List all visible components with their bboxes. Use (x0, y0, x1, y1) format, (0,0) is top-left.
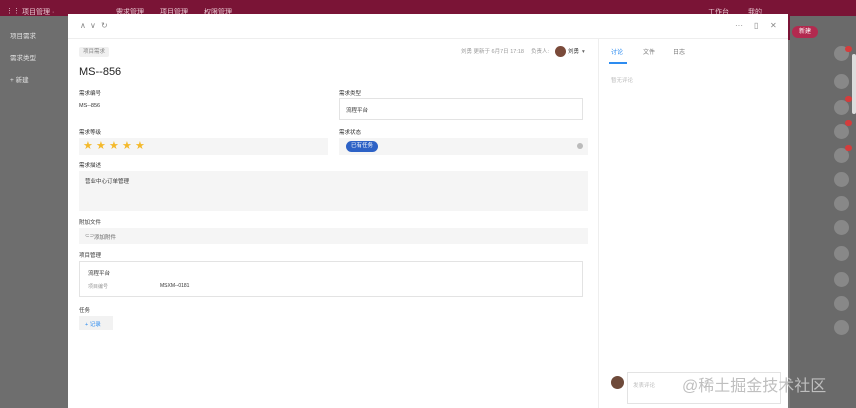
req-type-value: 流程平台 (346, 108, 369, 114)
tab-discussion[interactable]: 讨论 (611, 47, 623, 56)
record-type-tag: 项目需求 (79, 47, 110, 57)
paperclip-icon: ⊂⊃ (85, 233, 95, 239)
unread-badge (845, 145, 852, 151)
toggle-panel-icon[interactable]: ▯ (754, 21, 758, 31)
star-icon[interactable]: ★ (109, 141, 119, 152)
unread-badge (845, 120, 852, 126)
requirement-detail-modal: ∧ ∨ ↻ ··· ▯ ✕ 项目需求 刘勇 更新于 6月7日 17:18 负责人… (68, 14, 856, 408)
status-badge[interactable]: 已有任务 (346, 141, 379, 152)
req-type-field[interactable]: 流程平台 (339, 98, 583, 120)
req-desc-value: 营业中心订单管理 (85, 179, 130, 185)
rail-avatar[interactable] (834, 74, 849, 89)
owner-label: 负责人: (531, 49, 550, 55)
add-task-button[interactable]: + 记录 (79, 316, 113, 330)
tab-log[interactable]: 日志 (673, 47, 685, 56)
rail-avatar[interactable] (834, 272, 849, 287)
sidebar-item-requirements[interactable]: 项目需求 (10, 30, 36, 40)
star-icon[interactable]: ★ (135, 141, 145, 152)
owner-avatar[interactable] (555, 46, 566, 57)
previous-icon[interactable]: ∧ (80, 21, 86, 31)
next-icon[interactable]: ∨ (90, 21, 96, 31)
avatar (611, 376, 624, 389)
scrollbar[interactable] (852, 54, 856, 114)
req-level-label: 需求等级 (79, 130, 102, 136)
modal-toolbar: ∧ ∨ ↻ ··· ▯ ✕ (68, 14, 788, 39)
req-no-label: 需求编号 (79, 91, 102, 97)
add-task-label: + 记录 (85, 322, 101, 328)
apps-grid-icon[interactable]: ⋮⋮ (6, 7, 20, 15)
project-no-value: MSXM--0181 (160, 283, 190, 289)
req-desc-field[interactable]: 营业中心订单管理 (79, 171, 588, 211)
owner-name[interactable]: 刘勇 (568, 47, 579, 57)
page-title: MS--856 (79, 66, 122, 78)
activity-panel: 讨论 文件 日志 暂无评论 发表评论 (598, 38, 789, 408)
active-tab-indicator (609, 62, 627, 64)
rail-avatar[interactable] (834, 296, 849, 311)
more-icon[interactable]: ··· (735, 21, 743, 31)
project-label: 项目管理 (79, 253, 102, 259)
project-no-label: 项目编号 (88, 284, 109, 290)
project-name: 流程平台 (88, 271, 111, 277)
new-button[interactable]: 新建 (792, 26, 818, 38)
task-label: 任务 (79, 308, 91, 314)
unread-badge (845, 96, 852, 102)
project-card[interactable]: 流程平台 项目编号 MSXM--0181 (79, 261, 583, 297)
star-icon[interactable]: ★ (96, 141, 106, 152)
empty-comments-hint: 暂无评论 (611, 78, 634, 84)
req-status-label: 需求状态 (339, 130, 362, 136)
tab-files[interactable]: 文件 (643, 47, 655, 56)
comment-placeholder: 发表评论 (633, 383, 656, 389)
refresh-icon[interactable]: ↻ (101, 21, 108, 31)
rail-avatar[interactable] (834, 100, 849, 115)
attach-field[interactable]: ⊂⊃ 添加附件 (79, 228, 588, 244)
req-type-label: 需求类型 (339, 91, 362, 97)
close-icon[interactable]: ✕ (770, 21, 777, 31)
star-icon[interactable]: ★ (122, 141, 132, 152)
watermark: @稀土掘金技术社区 (682, 378, 827, 395)
sidebar-add-item[interactable]: + 新建 (10, 74, 29, 84)
add-attachment-link[interactable]: 添加附件 (94, 233, 116, 241)
sidebar-item-req-types[interactable]: 需求类型 (10, 52, 36, 62)
unread-badge (845, 46, 852, 52)
rail-avatar[interactable] (834, 220, 849, 235)
rail-avatar[interactable] (834, 246, 849, 261)
clear-icon[interactable] (577, 143, 583, 149)
rail-avatar[interactable] (834, 172, 849, 187)
rail-avatar[interactable] (834, 320, 849, 335)
rail-avatar[interactable] (834, 124, 849, 139)
req-desc-label: 需求描述 (79, 163, 102, 169)
attach-label: 附加文件 (79, 220, 102, 226)
rail-avatar[interactable] (834, 196, 849, 211)
app-sidebar: 项目需求 需求类型 + 新建 (0, 16, 68, 408)
updated-info: 刘勇 更新于 6月7日 17:18 (461, 49, 524, 55)
req-no-value: MS--856 (79, 103, 101, 109)
owner-dropdown-icon[interactable]: ▾ (582, 47, 585, 57)
star-icon[interactable]: ★ (83, 141, 93, 152)
